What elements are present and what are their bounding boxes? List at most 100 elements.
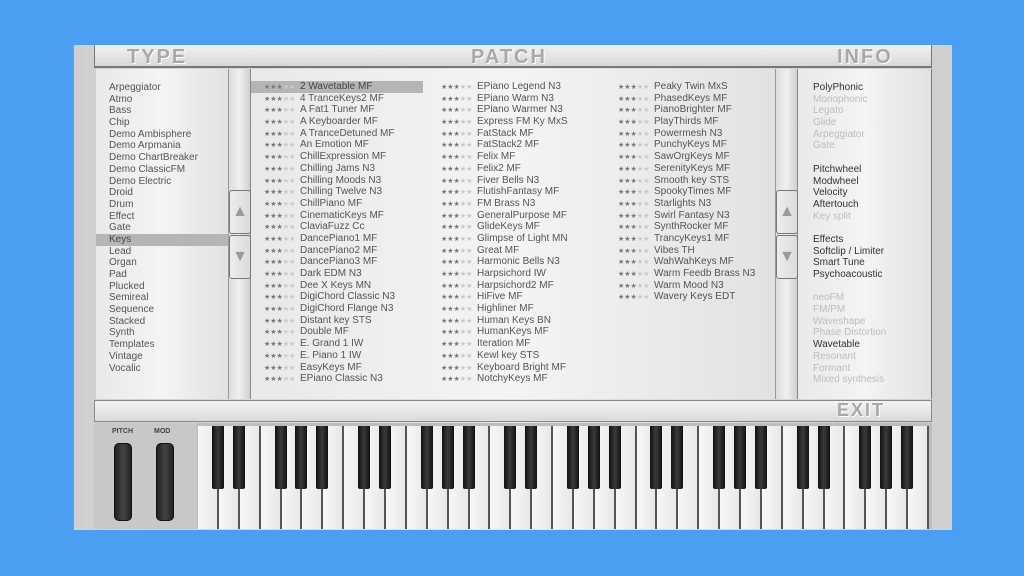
patch-item[interactable]: ★★★★★ EPiano Legend N3 [428,81,598,93]
type-item[interactable]: Demo ClassicFM [96,164,228,176]
patch-item[interactable]: ★★★★★ WahWahKeys MF [605,256,775,268]
patch-item[interactable]: ★★★★★ Dee X Keys MN [251,280,423,292]
patch-item[interactable]: ★★★★★ PianoBrighter MF [605,104,775,116]
patch-item[interactable]: ★★★★★ E. Piano 1 IW [251,350,423,362]
patch-item[interactable]: ★★★★★ Keyboard Bright MF [428,362,598,374]
patch-item[interactable]: ★★★★★ DigiChord Flange N3 [251,303,423,315]
patch-item[interactable]: ★★★★★ DancePiano3 MF [251,256,423,268]
patch-item[interactable]: ★★★★★ CinematicKeys MF [251,210,423,222]
patch-item[interactable]: ★★★★★ Warm Mood N3 [605,280,775,292]
black-key[interactable] [734,426,747,489]
patch-item[interactable]: ★★★★★ SynthRocker MF [605,221,775,233]
patch-item[interactable]: ★★★★★ EPiano Classic N3 [251,373,423,385]
patch-item[interactable]: ★★★★★ DancePiano1 MF [251,233,423,245]
patch-scroll-down-button[interactable]: ▼ [776,235,798,279]
exit-button[interactable]: EXIT [837,400,885,421]
patch-item[interactable]: ★★★★★ Chilling Moods N3 [251,175,423,187]
black-key[interactable] [211,426,224,489]
patch-item[interactable]: ★★★★★ Chilling Twelve N3 [251,186,423,198]
patch-item[interactable]: ★★★★★ DancePiano2 MF [251,245,423,257]
patch-item[interactable]: ★★★★★ Peaky Twin MxS [605,81,775,93]
patch-item[interactable]: ★★★★★ NotchyKeys MF [428,373,598,385]
patch-item[interactable]: ★★★★★ Wavery Keys EDT [605,291,775,303]
patch-item[interactable]: ★★★★★ ClaviaFuzz Cc [251,221,423,233]
type-item[interactable]: Atmo [96,94,228,106]
type-item[interactable]: Gate [96,222,228,234]
type-item[interactable]: Lead [96,246,228,258]
patch-item[interactable]: ★★★★★ EPiano Warm N3 [428,93,598,105]
black-key[interactable] [378,426,391,489]
black-key[interactable] [420,426,433,489]
patch-item[interactable]: ★★★★★ FM Brass N3 [428,198,598,210]
black-key[interactable] [754,426,767,489]
type-scrollbar[interactable]: ▲ ▼ [229,69,251,399]
patch-item[interactable]: ★★★★★ Felix2 MF [428,163,598,175]
patch-item[interactable]: ★★★★★ Vibes TH [605,245,775,257]
patch-item[interactable]: ★★★★★ Smooth key STS [605,175,775,187]
black-key[interactable] [650,426,663,489]
type-item[interactable]: Stacked [96,316,228,328]
patch-item[interactable]: ★★★★★ 2 Wavetable MF [251,81,423,93]
patch-item[interactable]: ★★★★★ EasyKeys MF [251,362,423,374]
patch-item[interactable]: ★★★★★ GlideKeys MF [428,221,598,233]
type-item[interactable]: Demo Ambisphere [96,129,228,141]
type-item[interactable]: Pad [96,269,228,281]
patch-item[interactable]: ★★★★★ Great MF [428,245,598,257]
type-item[interactable]: Vintage [96,351,228,363]
patch-item[interactable]: ★★★★★ EPiano Warmer N3 [428,104,598,116]
patch-item[interactable]: ★★★★★ Chilling Jams N3 [251,163,423,175]
patch-item[interactable]: ★★★★★ E. Grand 1 IW [251,338,423,350]
patch-item[interactable]: ★★★★★ HumanKeys MF [428,326,598,338]
type-item[interactable]: Synth [96,327,228,339]
patch-item[interactable]: ★★★★★ FatStack2 MF [428,139,598,151]
type-item[interactable]: Bass [96,105,228,117]
black-key[interactable] [796,426,809,489]
patch-item[interactable]: ★★★★★ An Emotion MF [251,139,423,151]
patch-item[interactable]: ★★★★★ DigiChord Classic N3 [251,291,423,303]
black-key[interactable] [713,426,726,489]
type-item[interactable]: Keys [96,233,228,246]
patch-item[interactable]: ★★★★★ PlayThirds MF [605,116,775,128]
patch-item[interactable]: ★★★★★ A Fat1 Tuner MF [251,104,423,116]
black-key[interactable] [608,426,621,489]
black-key[interactable] [274,426,287,489]
patch-item[interactable]: ★★★★★ ChillExpression MF [251,151,423,163]
type-item[interactable]: Arpeggiator [96,82,228,94]
patch-item[interactable]: ★★★★★ SpookyTimes MF [605,186,775,198]
patch-item[interactable]: ★★★★★ PhasedKeys MF [605,93,775,105]
patch-item[interactable]: ★★★★★ Fiver Bells N3 [428,175,598,187]
patch-item[interactable]: ★★★★★ Iteration MF [428,338,598,350]
type-item[interactable]: Demo ChartBreaker [96,152,228,164]
patch-item[interactable]: ★★★★★ Starlights N3 [605,198,775,210]
patch-item[interactable]: ★★★★★ Kewl key STS [428,350,598,362]
black-key[interactable] [316,426,329,489]
type-scroll-up-button[interactable]: ▲ [229,190,251,234]
black-key[interactable] [859,426,872,489]
type-item[interactable]: Demo Electric [96,176,228,188]
patch-item[interactable]: ★★★★★ GeneralPurpose MF [428,210,598,222]
patch-item[interactable]: ★★★★★ Felix MF [428,151,598,163]
patch-scroll-up-button[interactable]: ▲ [776,190,798,234]
black-key[interactable] [671,426,684,489]
black-key[interactable] [441,426,454,489]
patch-item[interactable]: ★★★★★ Dark EDM N3 [251,268,423,280]
black-key[interactable] [901,426,914,489]
patch-item[interactable]: ★★★★★ Human Keys BN [428,315,598,327]
type-item[interactable]: Effect [96,211,228,223]
black-key[interactable] [295,426,308,489]
black-key[interactable] [880,426,893,489]
patch-item[interactable]: ★★★★★ A TranceDetuned MF [251,128,423,140]
black-key[interactable] [358,426,371,489]
type-item[interactable]: Organ [96,257,228,269]
black-key[interactable] [504,426,517,489]
black-key[interactable] [817,426,830,489]
black-key[interactable] [525,426,538,489]
patch-item[interactable]: ★★★★★ Distant key STS [251,315,423,327]
patch-item[interactable]: ★★★★★ SerenityKeys MF [605,163,775,175]
patch-item[interactable]: ★★★★★ Double MF [251,326,423,338]
type-item[interactable]: Droid [96,187,228,199]
black-key[interactable] [462,426,475,489]
patch-item[interactable]: ★★★★★ Harpsichord2 MF [428,280,598,292]
type-item[interactable]: Plucked [96,281,228,293]
patch-item[interactable]: ★★★★★ SawOrgKeys MF [605,151,775,163]
